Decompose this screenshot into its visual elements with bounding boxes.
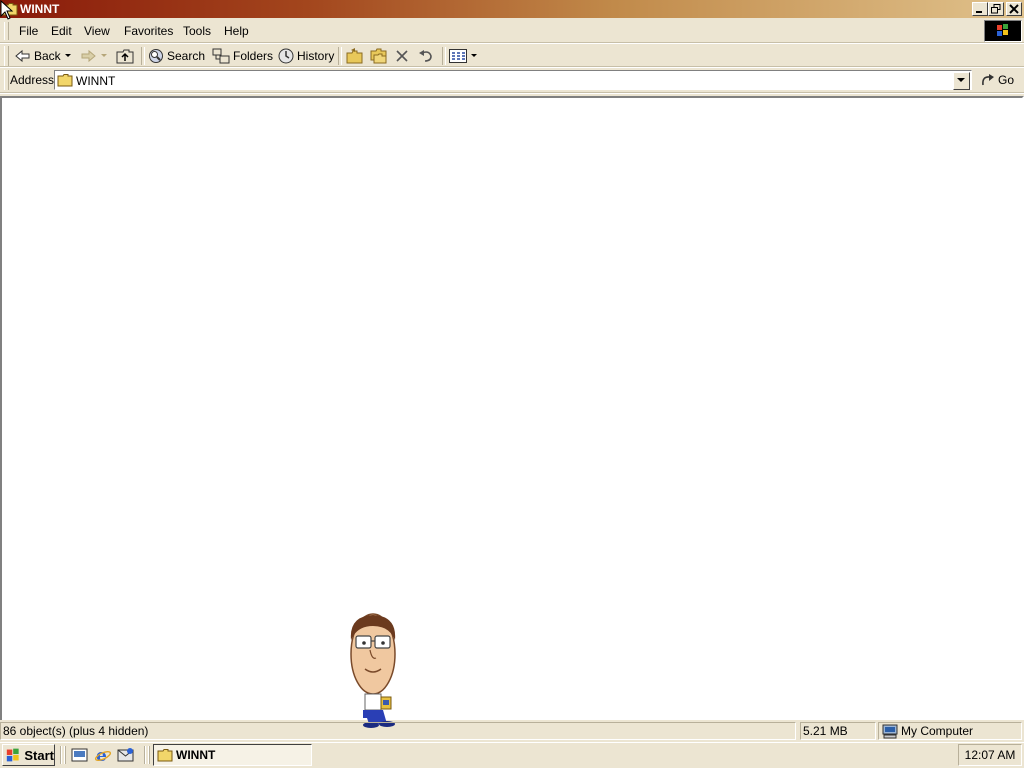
- history-button[interactable]: History: [278, 46, 334, 66]
- menu-edit[interactable]: Edit: [49, 24, 74, 38]
- start-label: Start: [24, 747, 54, 763]
- toolbar-separator: [141, 47, 145, 65]
- search-icon: [149, 49, 163, 63]
- toolbar-separator: [338, 47, 342, 65]
- minimize-button[interactable]: [972, 2, 988, 16]
- menu-help[interactable]: Help: [222, 24, 251, 38]
- start-button[interactable]: Start: [2, 744, 55, 766]
- windows-logo-icon: [997, 24, 1008, 36]
- menu-grip[interactable]: [4, 22, 9, 40]
- menu-tools[interactable]: Tools: [181, 24, 213, 38]
- back-button[interactable]: Back: [15, 46, 61, 66]
- address-separator: [0, 92, 1024, 94]
- views-icon: [449, 49, 467, 63]
- folder-content-area[interactable]: [0, 96, 1024, 720]
- taskbar-button-label: WINNT: [176, 748, 216, 762]
- search-label: Search: [167, 49, 206, 63]
- up-button[interactable]: [116, 46, 134, 66]
- windows-logo-icon: [6, 748, 19, 762]
- menu-file[interactable]: File: [17, 24, 40, 38]
- status-bar: 86 object(s) (plus 4 hidden) 5.21 MB My …: [0, 720, 1024, 741]
- status-zone: My Computer: [878, 722, 1022, 740]
- taskbar-button-winnt[interactable]: WINNT: [153, 744, 312, 766]
- go-icon: [982, 74, 994, 86]
- chevron-down-icon: [957, 78, 965, 82]
- toolbar-grip[interactable]: [4, 46, 9, 66]
- show-desktop-icon[interactable]: [71, 747, 89, 764]
- outlook-express-icon[interactable]: [117, 747, 135, 764]
- standard-toolbar: Back Search Folders History: [0, 44, 1024, 68]
- delete-button[interactable]: [395, 46, 409, 66]
- views-button[interactable]: [449, 46, 478, 66]
- delete-icon: [396, 50, 408, 62]
- folders-icon: [212, 48, 230, 64]
- window-title: WINNT: [20, 2, 60, 16]
- folders-button[interactable]: Folders: [212, 46, 273, 66]
- chevron-down-icon: [471, 54, 477, 57]
- forward-button[interactable]: [80, 46, 96, 66]
- tasks-grip[interactable]: [148, 746, 150, 764]
- taskbar-separator: [144, 746, 146, 764]
- copy-to-button[interactable]: [370, 46, 388, 66]
- copy-to-icon: [370, 48, 387, 64]
- chevron-down-icon: [65, 54, 71, 57]
- address-dropdown-button[interactable]: [953, 72, 970, 90]
- undo-icon: [419, 50, 432, 62]
- restore-button[interactable]: [988, 2, 1004, 16]
- office-assistant-character[interactable]: [343, 612, 403, 730]
- move-to-icon: [346, 48, 363, 64]
- move-to-button[interactable]: [346, 46, 364, 66]
- close-icon: [1009, 4, 1019, 14]
- address-input[interactable]: WINNT: [54, 70, 972, 90]
- address-grip[interactable]: [4, 70, 9, 90]
- system-tray-clock[interactable]: 12:07 AM: [958, 744, 1022, 766]
- address-label: Address: [10, 73, 55, 87]
- address-value: WINNT: [76, 74, 116, 88]
- folder-icon: [57, 74, 73, 87]
- back-arrow-icon: [15, 49, 30, 63]
- internet-explorer-icon[interactable]: e: [94, 746, 112, 764]
- windows-logo: [984, 20, 1022, 42]
- search-button[interactable]: Search: [148, 46, 205, 66]
- menu-bar: File Edit View Favorites Tools Help: [0, 20, 1024, 42]
- up-folder-icon: [116, 49, 134, 64]
- close-button[interactable]: [1006, 2, 1022, 16]
- forward-arrow-icon: [81, 49, 96, 63]
- status-objects: 86 object(s) (plus 4 hidden): [0, 722, 796, 740]
- history-icon: [278, 48, 294, 64]
- computer-icon: [882, 724, 898, 739]
- menu-view[interactable]: View: [82, 24, 112, 38]
- mouse-cursor-icon: [0, 0, 14, 20]
- chevron-down-icon: [101, 54, 107, 57]
- status-zone-label: My Computer: [901, 724, 974, 738]
- undo-button[interactable]: [418, 46, 434, 66]
- history-label: History: [297, 49, 335, 63]
- go-label: Go: [998, 73, 1015, 87]
- back-label: Back: [34, 49, 61, 63]
- status-size: 5.21 MB: [800, 722, 876, 740]
- quicklaunch-grip[interactable]: [64, 746, 66, 764]
- taskbar-separator: [60, 746, 62, 764]
- back-dropdown[interactable]: [64, 46, 72, 66]
- forward-dropdown[interactable]: [100, 46, 108, 66]
- folders-label: Folders: [233, 49, 274, 63]
- restore-icon: [991, 4, 1001, 14]
- toolbar-separator: [442, 47, 446, 65]
- folder-icon: [157, 749, 173, 762]
- menu-favorites[interactable]: Favorites: [122, 24, 175, 38]
- go-button[interactable]: Go: [980, 72, 1014, 88]
- minimize-icon: [976, 11, 982, 13]
- title-bar[interactable]: [0, 0, 1024, 18]
